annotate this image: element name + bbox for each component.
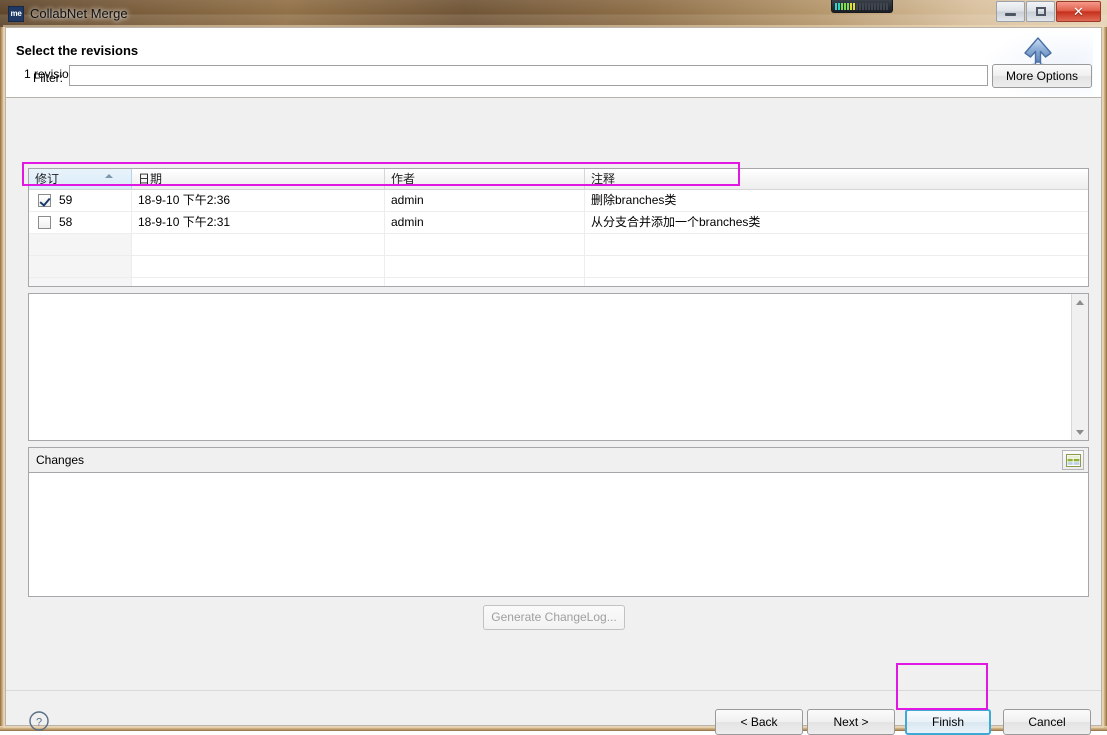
cancel-button[interactable]: Cancel [1003,709,1091,735]
row-revision-cell[interactable]: 58 [29,212,132,233]
row-date-cell: 18-9-10 下午2:36 [132,190,385,211]
gadget-bars [835,3,891,10]
button-bar-separator [6,690,1101,691]
column-header-date[interactable]: 日期 [132,169,385,189]
table-row[interactable]: 59 18-9-10 下午2:36 admin 删除branches类 [29,190,1088,212]
back-button[interactable]: < Back [715,709,803,735]
minimize-button[interactable] [996,1,1025,22]
wizard-client-area: Select the revisions 1 revisions selecte… [5,27,1102,735]
titlebar-glass [0,0,1107,29]
next-button[interactable]: Next > [807,709,895,735]
row-revision-number: 58 [59,215,73,229]
row-author-cell: admin [385,212,585,233]
changes-content-panel[interactable] [28,472,1089,597]
app-icon: me [8,6,24,22]
scroll-up-icon[interactable] [1072,294,1088,310]
revisions-table[interactable]: 修订 日期 作者 注释 59 18-9-10 下午2:36 admin 删除br… [28,168,1089,287]
finish-button[interactable]: Finish [905,709,991,735]
maximize-restore-button[interactable] [1026,1,1055,22]
wizard-header-banner: Select the revisions 1 revisions selecte… [6,28,1101,98]
scroll-down-icon[interactable] [1072,424,1088,440]
column-header-comment[interactable]: 注释 [585,169,1088,189]
filter-label: Filter: [33,71,63,85]
close-icon: ✕ [1073,3,1084,19]
column-header-revision-label: 修订 [35,172,60,186]
window-controls: ✕ [995,1,1101,23]
table-row-empty [29,234,1088,256]
generate-changelog-button[interactable]: Generate ChangeLog... [483,605,625,630]
svg-text:?: ? [36,717,42,729]
row-checkbox[interactable] [38,216,51,229]
desktop-gadget-meter [831,0,893,13]
row-comment-cell: 从分支合并添加一个branches类 [585,212,1088,233]
filter-row [6,98,1101,130]
log-message-panel[interactable] [28,293,1089,441]
row-revision-number: 59 [59,193,73,207]
window-titlebar: me CollabNet Merge ✕ [0,0,1107,29]
row-checkbox[interactable] [38,194,51,207]
table-row-empty [29,256,1088,278]
close-button[interactable]: ✕ [1056,1,1101,22]
table-view-icon[interactable] [1062,450,1084,470]
table-header-row: 修订 日期 作者 注释 [29,169,1088,190]
filter-input[interactable] [69,65,988,86]
collabnet-merge-window: me CollabNet Merge ✕ Select the revision… [0,0,1107,735]
window-title: CollabNet Merge [30,6,128,21]
log-message-scrollbar[interactable] [1071,294,1088,440]
page-title: Select the revisions [16,43,139,58]
help-button[interactable]: ? [28,710,50,732]
window-frame-right [1102,27,1107,731]
column-header-author[interactable]: 作者 [385,169,585,189]
changes-section-header: Changes [28,447,1089,472]
row-date-cell: 18-9-10 下午2:31 [132,212,385,233]
row-comment-cell: 删除branches类 [585,190,1088,211]
changes-label: Changes [36,453,85,467]
row-author-cell: admin [385,190,585,211]
table-row-empty [29,278,1088,286]
row-revision-cell[interactable]: 59 [29,190,132,211]
table-row[interactable]: 58 18-9-10 下午2:31 admin 从分支合并添加一个branche… [29,212,1088,234]
more-options-button[interactable]: More Options [992,64,1092,88]
sort-ascending-icon [105,174,113,178]
column-header-revision[interactable]: 修订 [29,169,132,189]
